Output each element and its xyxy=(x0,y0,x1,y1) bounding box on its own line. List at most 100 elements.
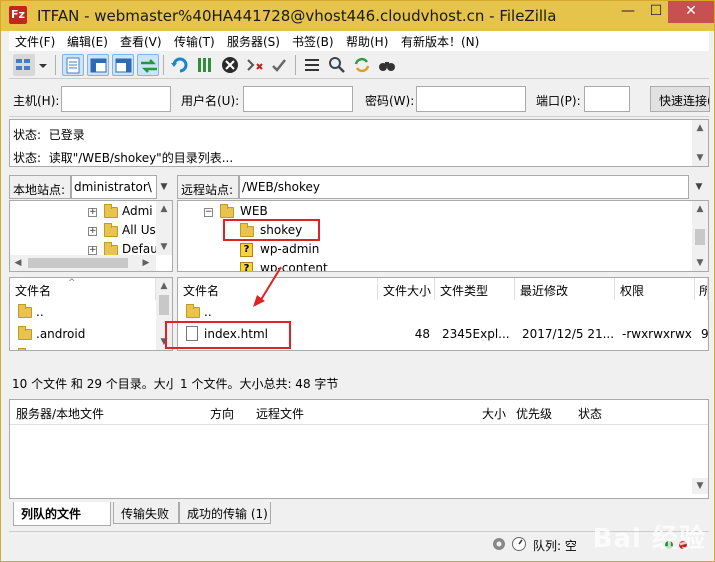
expand-icon[interactable]: + xyxy=(88,208,97,217)
local-directory-tree: + Admi + All Us + Defau ▲ ▼ ◀ ▶ xyxy=(9,200,173,272)
port-input[interactable] xyxy=(584,86,630,112)
local-file-list: 文件名 ^ .. .android ▲ ▼ xyxy=(9,277,173,351)
toggle-remote-tree-icon[interactable] xyxy=(112,54,134,76)
binoculars-icon[interactable] xyxy=(376,54,398,76)
local-path-input[interactable]: dministrator\ xyxy=(71,175,157,199)
minimize-button[interactable]: — xyxy=(614,1,642,23)
refresh-icon[interactable] xyxy=(169,54,191,76)
cancel-operation-icon[interactable] xyxy=(219,54,241,76)
column-header-permissions[interactable]: 权限 xyxy=(615,278,695,300)
user-label: 用户名(U): xyxy=(181,94,240,108)
menu-help[interactable]: 帮助(H) xyxy=(346,33,388,50)
menu-transfer[interactable]: 传输(T) xyxy=(174,33,215,50)
file-modified: 2017/12/5 21... xyxy=(522,327,614,341)
queue-column-remote[interactable]: 远程文件 xyxy=(256,405,304,422)
scroll-right-icon[interactable]: ▶ xyxy=(138,255,154,271)
queue-column-priority[interactable]: 优先级 xyxy=(516,405,552,422)
toolbar-separator xyxy=(55,55,56,75)
scroll-down-icon[interactable]: ▼ xyxy=(692,478,708,494)
menu-bar: 文件(F) 编辑(E) 查看(V) 传输(T) 服务器(S) 书签(B) 帮助(… xyxy=(9,31,709,51)
log-text: 已登录 xyxy=(48,128,85,142)
scroll-up-icon[interactable]: ▲ xyxy=(692,201,708,217)
sort-ascending-icon: ^ xyxy=(68,278,76,288)
sync-browse-icon[interactable] xyxy=(351,54,373,76)
disconnect-icon[interactable] xyxy=(244,54,266,76)
scroll-left-icon[interactable]: ◀ xyxy=(10,255,26,271)
expand-icon[interactable]: + xyxy=(88,227,97,236)
scroll-up-icon[interactable]: ▲ xyxy=(156,278,172,294)
column-header-type[interactable]: 文件类型 xyxy=(435,278,515,300)
password-input[interactable] xyxy=(416,86,526,112)
chevron-down-icon[interactable]: ▼ xyxy=(157,179,171,195)
toggle-log-icon[interactable] xyxy=(62,54,84,76)
chevron-down-icon[interactable] xyxy=(37,54,49,76)
folder-icon xyxy=(104,223,118,237)
list-item[interactable]: .android xyxy=(10,324,156,344)
scroll-down-icon[interactable]: ▼ xyxy=(692,255,708,271)
log-text: 读取"/WEB/shokey"的目录列表... xyxy=(48,151,234,165)
toggle-queue-icon[interactable] xyxy=(137,54,159,76)
baidu-watermark: Bai 经验 xyxy=(592,524,706,554)
chevron-down-icon[interactable]: ▼ xyxy=(691,179,707,195)
reconnect-icon[interactable] xyxy=(269,54,291,76)
tab-successful-transfers[interactable]: 成功的传输 (1) xyxy=(179,502,271,524)
scroll-down-icon[interactable]: ▼ xyxy=(156,239,172,255)
site-manager-icon[interactable] xyxy=(13,54,35,76)
column-header-modified[interactable]: 最近修改 xyxy=(515,278,615,300)
menu-view[interactable]: 查看(V) xyxy=(120,33,162,50)
column-header-size[interactable]: 文件大小 xyxy=(378,278,435,300)
remote-tree-scrollbar[interactable]: ▲ ▼ xyxy=(692,201,708,271)
collapse-icon[interactable]: − xyxy=(204,208,213,217)
expand-icon[interactable]: + xyxy=(88,246,97,255)
column-header-owner[interactable]: 所 xyxy=(695,278,708,300)
log-scrollbar[interactable]: ▲ ▼ xyxy=(692,120,708,166)
local-tree-scrollbar[interactable]: ▲ ▼ xyxy=(156,201,172,255)
username-input[interactable] xyxy=(243,86,353,112)
menu-file[interactable]: 文件(F) xyxy=(15,33,55,50)
search-icon[interactable] xyxy=(326,54,348,76)
log-prefix: 状态: xyxy=(13,128,42,142)
scroll-thumb[interactable] xyxy=(28,258,128,268)
scroll-thumb[interactable] xyxy=(695,229,705,245)
maximize-button[interactable]: ☐ xyxy=(642,1,670,23)
menu-edit[interactable]: 编辑(E) xyxy=(67,33,108,50)
list-item[interactable]: .. xyxy=(10,302,156,322)
file-name: .android xyxy=(36,327,86,341)
tab-failed-transfers[interactable]: 传输失败 xyxy=(113,502,179,524)
tree-item-label: WEB xyxy=(240,204,268,218)
folder-icon xyxy=(18,304,32,318)
queue-column-status[interactable]: 状态 xyxy=(578,405,602,422)
gear-icon[interactable] xyxy=(491,536,507,552)
queue-scrollbar[interactable]: ▼ xyxy=(692,478,708,494)
local-tree-hscrollbar[interactable]: ◀ ▶ xyxy=(10,255,156,271)
tab-queued-files[interactable]: 列队的文件 xyxy=(13,502,111,526)
user-folder-icon xyxy=(104,204,118,218)
toggle-local-tree-icon[interactable] xyxy=(87,54,109,76)
menu-bookmarks[interactable]: 书签(B) xyxy=(292,33,334,50)
host-input[interactable] xyxy=(61,86,171,112)
scroll-thumb[interactable] xyxy=(159,295,169,315)
file-size: 48 xyxy=(414,327,430,341)
highlight-box xyxy=(223,219,320,241)
remote-path-input[interactable]: /WEB/shokey xyxy=(239,175,689,199)
process-queue-icon[interactable] xyxy=(194,54,216,76)
filter-icon[interactable] xyxy=(301,54,323,76)
list-item[interactable] xyxy=(10,346,156,350)
column-header-filename[interactable]: 文件名 xyxy=(10,278,156,300)
queue-column-direction[interactable]: 方向 xyxy=(210,405,234,422)
close-button[interactable]: ✕ xyxy=(668,1,714,23)
scroll-down-icon[interactable]: ▼ xyxy=(692,150,708,166)
speed-limit-icon[interactable] xyxy=(511,536,527,552)
remote-site-label: 远程站点: xyxy=(177,175,239,199)
queue-column-size[interactable]: 大小 xyxy=(482,405,506,422)
menu-new-version[interactable]: 有新版本！(N) xyxy=(401,33,479,50)
quickconnect-button[interactable]: 快速连接(Q) xyxy=(650,86,710,112)
queue-column-local[interactable]: 服务器/本地文件 xyxy=(16,405,104,422)
toolbar-separator xyxy=(295,55,296,75)
scroll-up-icon[interactable]: ▲ xyxy=(156,201,172,217)
queue-status-text: 队列: 空 xyxy=(533,539,577,553)
file-owner: 9 xyxy=(701,327,709,341)
menu-server[interactable]: 服务器(S) xyxy=(227,33,280,50)
local-site-bar: 本地站点: dministrator\ ▼ xyxy=(9,175,173,199)
scroll-up-icon[interactable]: ▲ xyxy=(692,120,708,136)
